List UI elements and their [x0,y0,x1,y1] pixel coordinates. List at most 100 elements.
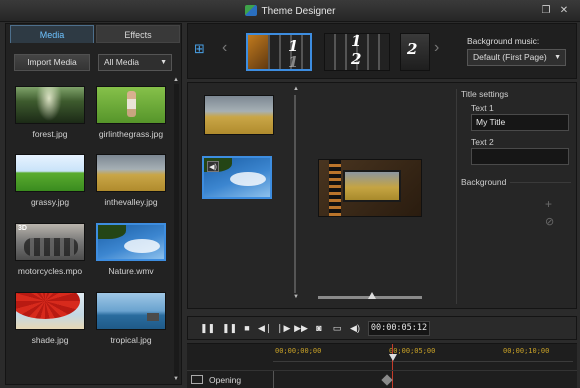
template-number: 2 [407,40,418,58]
panel-tabs: Media Effects [10,25,180,43]
media-item-label: shade.jpg [31,335,69,345]
stop-icon[interactable]: ■ [240,321,254,335]
media-thumbnail [15,154,85,192]
template-thumb-3[interactable]: 2 [400,33,430,71]
zoom-slider-thumb[interactable] [368,292,376,299]
template-thumb-1[interactable]: 1 1 [246,33,312,71]
media-scrollbar[interactable] [174,84,179,379]
3d-badge: 3D [18,225,27,232]
media-item-grassy[interactable]: grassy.jpg [11,154,89,207]
media-grid: forest.jpg girlinthegrass.jpg grassy.jpg… [9,84,171,379]
pause-icon[interactable]: ❚❚ [222,321,237,335]
media-thumbnail [15,86,85,124]
scroll-down-icon[interactable]: ▼ [293,294,299,300]
media-item-label: inthevalley.jpg [104,197,158,207]
volume-icon[interactable]: ◀) [348,321,362,335]
template-strip: ⊞ ‹ 1 1 1 2 2 › Background music: Defaul… [187,23,577,79]
media-item-label: forest.jpg [32,129,68,139]
media-thumbnail [96,292,166,330]
tick-label: 00;00;10;00 [503,347,550,355]
text2-label: Text 2 [471,137,494,147]
preview-image [343,170,401,202]
timecode-display: 00:00:05:12 [368,321,430,336]
tab-effects[interactable]: Effects [96,25,180,43]
text1-label: Text 1 [471,103,494,113]
playback-controls: ❚❚ ❚❚ ■ ◀❘ ❘▶ ▶▶ ◙ ▭ ◀) 00:00:05:12 [187,316,577,340]
title-settings-heading: Title settings [461,89,509,99]
media-thumbnail: 3D [15,223,85,261]
tick-label: 00;00;00;00 [275,347,322,355]
media-thumbnail [15,292,85,330]
window-title-text: Theme Designer [261,6,336,17]
template-thumb-2[interactable]: 1 2 [324,33,390,71]
media-thumbnail [96,86,166,124]
zoom-slider[interactable] [318,292,422,299]
display-mode-icon[interactable]: ▭ [330,321,344,335]
slot-2[interactable]: ◀) [202,156,272,199]
background-music-select[interactable]: Default (First Page) ▼ [467,49,566,66]
playhead-handle[interactable] [389,354,397,361]
template-number: 1 [288,53,299,71]
background-label: Background [461,177,511,187]
film-strip-graphic [329,160,341,216]
background-music-value: Default (First Page) [473,52,547,62]
scroll-down-icon[interactable]: ▼ [173,376,179,382]
preview-viewport [318,159,422,217]
previous-frame-icon[interactable]: ◀❘ [258,321,272,335]
chevron-down-icon: ▼ [160,59,167,66]
media-item-inthevalley[interactable]: inthevalley.jpg [92,154,170,207]
media-filter-value: All Media [104,57,139,67]
scroll-up-icon[interactable]: ▲ [293,86,299,92]
keyframe-marker[interactable] [381,374,393,386]
track-opening[interactable]: Opening [187,370,577,388]
title-settings-panel: Title settings Text 1 My Title Text 2 Ba… [456,89,574,304]
remove-background-icon[interactable]: ⊘ [545,215,554,228]
media-item-label: tropical.jpg [110,335,152,345]
tab-media[interactable]: Media [10,25,94,43]
media-item-tropical[interactable]: tropical.jpg [92,292,170,345]
media-thumbnail [96,223,166,261]
timeline: 00;00;00;00 00;00;05;00 00;00;10;00 Open… [187,343,577,388]
slot-scrollbar[interactable] [294,95,296,293]
chevron-left-icon[interactable]: ‹ [222,39,227,57]
track-label: Opening [209,375,242,385]
close-button[interactable]: ✕ [558,5,570,17]
play-pause-icon[interactable]: ❚❚ [200,321,215,335]
restore-button[interactable]: ❐ [540,5,552,17]
media-item-girlinthegrass[interactable]: girlinthegrass.jpg [92,86,170,139]
chevron-down-icon: ▼ [554,54,561,61]
template-art [248,35,268,69]
next-frame-icon[interactable]: ❘▶ [276,321,290,335]
snapshot-camera-icon[interactable]: ◙ [312,321,326,335]
template-number: 1 [351,33,362,50]
app-logo-icon [244,5,257,16]
scroll-up-icon[interactable]: ▲ [173,77,179,83]
title-bar: Theme Designer ❐ ✕ [0,0,580,22]
timeline-ruler[interactable]: 00;00;00;00 00;00;05;00 00;00;10;00 [273,346,573,362]
media-item-label: grassy.jpg [30,197,70,207]
text1-input[interactable]: My Title [471,114,569,131]
media-item-label: girlinthegrass.jpg [98,129,164,139]
media-item-shade[interactable]: shade.jpg [11,292,89,345]
window-title: Theme Designer [0,5,580,17]
media-thumbnail [96,154,166,192]
preview-area: ◀) ▲ ▼ Title settings Text 1 My Title Te… [187,82,577,309]
slot-1[interactable] [204,95,274,135]
media-filter-select[interactable]: All Media ▼ [98,54,172,71]
title-track-icon [191,375,203,384]
media-item-motorcycles[interactable]: 3D motorcycles.mpo [11,223,89,276]
media-item-label: motorcycles.mpo [17,266,83,276]
media-item-label: Nature.wmv [108,266,154,276]
media-panel: Media Effects Import Media All Media ▼ f… [5,23,182,385]
background-music-label: Background music: [467,36,540,46]
import-media-button[interactable]: Import Media [14,54,90,71]
fast-forward-icon[interactable]: ▶▶ [294,321,308,335]
template-number: 2 [351,50,362,68]
track-divider [273,371,274,388]
chevron-right-icon[interactable]: › [434,39,439,57]
text2-input[interactable] [471,148,569,165]
media-item-forest[interactable]: forest.jpg [11,86,89,139]
media-item-nature[interactable]: Nature.wmv [92,223,170,276]
add-background-icon[interactable]: + [545,197,552,211]
add-page-icon[interactable]: ⊞ [194,40,212,58]
